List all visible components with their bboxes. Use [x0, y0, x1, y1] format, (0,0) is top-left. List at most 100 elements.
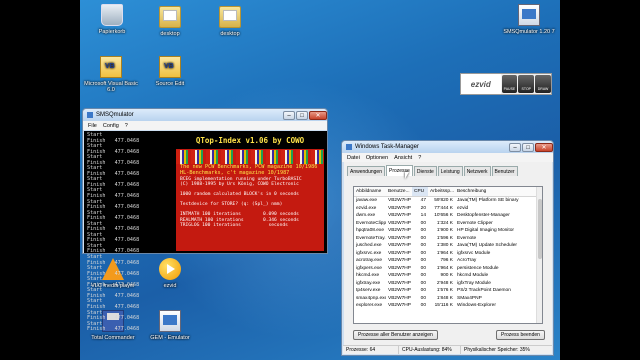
source-edit-icon	[159, 56, 181, 78]
close-button[interactable]: ✕	[535, 142, 553, 152]
table-row[interactable]: acrotray.exe VB2W7HP 00 796 K AcroTray	[354, 257, 542, 265]
status-cpu-usage: CPU-Auslastung: 84%	[399, 346, 461, 354]
table-row[interactable]: dwm.exe VB2W7HP 14 10'656 K Desktopfenster-M…	[354, 212, 542, 220]
cell-user: VB2W7HP	[388, 288, 411, 293]
desktop-icon-source-edit[interactable]: Source Edit	[142, 56, 198, 87]
table-row[interactable]: EvernoteTray... VB2W7HP 00 1'596 K Evernote	[354, 234, 542, 242]
cell-image-name: jusched.exe	[356, 243, 382, 248]
tab-dienste[interactable]: Dienste	[413, 166, 437, 176]
cell-description: ezvid	[457, 205, 469, 211]
status-process-count: Prozesse: 64	[343, 346, 399, 354]
tab-anwendungen[interactable]: Anwendungen	[347, 166, 385, 176]
tab-leistung[interactable]: Leistung	[437, 166, 463, 176]
desktop-icon-desktop-1[interactable]: desktop	[142, 6, 198, 37]
ezvid-draw-button[interactable]: DRAW	[535, 75, 551, 93]
desktop-icon-label: Source Edit	[155, 81, 185, 87]
menu-datei[interactable]: Datei	[347, 155, 360, 161]
table-row[interactable]: EvernoteClipp...VB2W7HP 00 1'324 K Evernote…	[354, 219, 542, 227]
menu-config[interactable]: Config	[103, 123, 119, 129]
table-row[interactable]: igfxpers.exe VB2W7HP 00 1'964 K persistence …	[354, 264, 542, 272]
task-manager-body: Anwendungen Prozesse Dienste Leistung Ne…	[344, 162, 552, 346]
desktop-icon-papierkorb[interactable]: Papierkorb	[84, 4, 140, 35]
cell-image-name: javaw.exe	[356, 198, 378, 203]
emulator-screen[interactable]: Start Finish 477.0468 Start Finish 477.0…	[84, 131, 327, 332]
cell-description: hkcmd Module	[457, 273, 489, 278]
desktop-icon-visual-basic[interactable]: Microsoft Visual Basic 6.0	[80, 56, 142, 93]
menu-help[interactable]: ?	[418, 155, 421, 161]
cell-description: SMax4PNP	[457, 295, 482, 301]
column-header-description[interactable]: Beschreibung	[455, 187, 540, 196]
cell-description: Java(TM) Platform SE binary	[457, 198, 519, 203]
end-process-button[interactable]: Prozess beenden	[496, 330, 545, 340]
desktop-icon-smsqmulator[interactable]: SMSQmulator 1.20 7	[498, 4, 560, 35]
cell-user: VB2W7HP	[388, 250, 411, 256]
window-title: Windows Task-Manager	[355, 144, 419, 150]
menu-help[interactable]: ?	[125, 123, 128, 129]
cell-image-name: hkcmd.exe	[356, 273, 380, 278]
app-icon	[87, 112, 93, 118]
tab-netzwerk[interactable]: Netzwerk	[463, 166, 491, 176]
smsqmulator-window: SMSQmulator – □ ✕ File Config ? Start Fi…	[82, 108, 328, 332]
menu-optionen[interactable]: Optionen	[366, 155, 388, 161]
ezvid-toolbar: ezvid PAUSE STOP DRAW	[460, 73, 552, 95]
window-titlebar[interactable]: Windows Task-Manager – □ ✕	[342, 141, 553, 153]
cell-user: VB2W7HP	[388, 235, 411, 241]
close-button[interactable]: ✕	[309, 110, 327, 120]
cell-cpu: 00	[420, 228, 426, 233]
cell-image-name: igfxsrvc.exe	[356, 250, 382, 256]
process-rows: javaw.exe VB2W7HP 47 59'820 K Java(TM) Platf…	[354, 197, 542, 310]
mouse-cursor	[405, 172, 409, 179]
maximize-button[interactable]: □	[522, 142, 534, 152]
process-list[interactable]: Abbildname Benutze... CPU Arbeitssp... B…	[353, 186, 543, 324]
column-header-name[interactable]: Abbildname	[354, 187, 386, 196]
table-row[interactable]: hkcmd.exe VB2W7HP 00 900 K hkcmd Module	[354, 272, 542, 280]
desktop-icon-label: Microsoft Visual Basic 6.0	[84, 81, 138, 93]
menubar: Datei Optionen Ansicht ?	[342, 153, 553, 162]
cell-description: HP Digital Imaging Monitor	[457, 228, 514, 233]
cell-image-name: smax4pnp.exe	[356, 295, 386, 301]
window-title: SMSQmulator	[96, 112, 134, 118]
show-all-processes-button[interactable]: Prozesse aller Benutzer anzeigen	[353, 330, 438, 340]
table-row[interactable]: explorer.exe VB2W7HP 00 15'116 K Windows-Exp…	[354, 302, 542, 310]
maximize-button[interactable]: □	[296, 110, 308, 120]
table-row[interactable]: smax4pnp.exe VB2W7HP 00 1'848 K SMax4PNP	[354, 294, 542, 302]
cell-description: igfxsrvc Module	[457, 250, 491, 256]
task-manager-window: Windows Task-Manager – □ ✕ Datei Optione…	[341, 140, 554, 356]
cell-cpu: 00	[420, 295, 426, 301]
menubar: File Config ?	[83, 121, 327, 130]
cell-image-name: dwm.exe	[356, 213, 376, 218]
ezvid-pause-button[interactable]: PAUSE	[501, 75, 518, 93]
column-header-memory[interactable]: Arbeitssp...	[428, 187, 455, 196]
task-manager-icon	[346, 144, 352, 150]
cell-memory: 796 K	[440, 258, 453, 263]
cell-memory: 1'380 K	[436, 243, 453, 248]
table-row[interactable]: igfxsrvc.exe VB2W7HP 00 1'964 K igfxsrvc Mod…	[354, 249, 542, 257]
ezvid-stop-button[interactable]: STOP	[518, 75, 535, 93]
cell-description: PS/2 TrackPoint Daemon	[457, 288, 511, 293]
cell-description: igfxTray Module	[457, 280, 491, 286]
column-header-user[interactable]: Benutze...	[386, 187, 412, 196]
tab-benutzer[interactable]: Benutzer	[491, 166, 518, 176]
cell-memory: 1'964 K	[436, 265, 453, 271]
table-row[interactable]: ezvid.exe VB2W7HP 20 77'444 K ezvid	[354, 204, 542, 212]
desktop-icon-label: SMSQmulator 1.20 7	[503, 29, 555, 35]
menu-file[interactable]: File	[88, 123, 97, 129]
qtop-index-screen: QTop-Index v1.06 by COWO The new PCW Ben…	[176, 133, 324, 251]
menu-ansicht[interactable]: Ansicht	[394, 155, 412, 161]
window-titlebar[interactable]: SMSQmulator – □ ✕	[83, 109, 327, 121]
desktop-icon-desktop-2[interactable]: desktop	[202, 6, 258, 37]
cell-cpu: 14	[420, 213, 426, 218]
console-log: Start Finish 477.0468 Start Finish 477.0…	[87, 132, 140, 333]
table-row[interactable]: hpqtra08.exe VB2W7HP 00 1'900 K HP Digital I…	[354, 227, 542, 235]
process-list-scrollbar[interactable]	[536, 187, 542, 323]
minimize-button[interactable]: –	[283, 110, 295, 120]
cell-cpu: 00	[420, 280, 426, 286]
table-row[interactable]: igfxtray.exe VB2W7HP 00 2'948 K igfxTray Mod…	[354, 279, 542, 287]
column-header-cpu[interactable]: CPU	[412, 187, 428, 196]
minimize-button[interactable]: –	[509, 142, 521, 152]
cell-memory: 1'848 K	[436, 295, 453, 301]
table-row[interactable]: javaw.exe VB2W7HP 47 59'820 K Java(TM) Platf…	[354, 197, 542, 205]
cell-memory: 1'576 K	[436, 288, 453, 293]
table-row[interactable]: tp4serv.exe VB2W7HP 00 1'576 K PS/2 TrackPoi…	[354, 287, 542, 295]
table-row[interactable]: jusched.exe VB2W7HP 00 1'380 K Java(TM) Upda…	[354, 242, 542, 250]
